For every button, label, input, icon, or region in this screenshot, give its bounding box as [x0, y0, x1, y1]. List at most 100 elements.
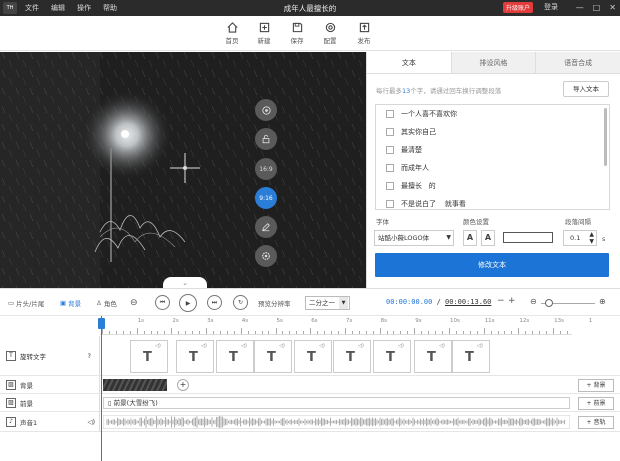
minus-icon[interactable]: ⊖ — [130, 298, 138, 308]
close-button[interactable]: ✕ — [609, 3, 616, 12]
list-item[interactable]: 其实你自己 — [376, 123, 609, 141]
ruler-tick — [449, 328, 450, 334]
line-checkbox[interactable] — [386, 182, 394, 190]
chevron-down-icon: ⌄ — [182, 279, 188, 287]
time-plus-button[interactable]: + — [508, 296, 516, 306]
foreground-clip[interactable]: ▯ 前景(大雪纷飞) — [103, 397, 570, 409]
line-checkbox[interactable] — [386, 128, 394, 136]
upgrade-button[interactable]: 升级账户 — [503, 2, 534, 13]
ruler-tick — [254, 331, 256, 334]
tab-voice[interactable]: 语音合成 — [536, 52, 620, 73]
new-file-icon — [249, 19, 279, 35]
ratio-9-16-button[interactable]: 9:16 — [255, 187, 277, 209]
login-link[interactable]: 登录 — [544, 2, 558, 12]
list-item[interactable]: 最清楚 — [376, 141, 609, 159]
intro-outro-button[interactable]: ▭ 片头/片尾 — [8, 298, 44, 308]
line-checkbox[interactable] — [386, 110, 394, 118]
ruler-tick — [240, 328, 242, 334]
menu-file[interactable]: 文件 — [25, 3, 39, 13]
list-scrollbar[interactable] — [604, 108, 607, 166]
zoom-in-icon[interactable]: ⊕ — [599, 297, 606, 306]
maximize-button[interactable]: □ — [593, 3, 601, 12]
stepper-icon[interactable]: ▲ ▼ — [589, 231, 594, 245]
text-clip[interactable]: T ◁) — [373, 340, 411, 373]
help-icon[interactable]: ? — [88, 352, 91, 360]
import-text-button[interactable]: 导入文本 — [563, 81, 609, 97]
new-button[interactable]: 新建 — [249, 19, 279, 45]
menu-edit[interactable]: 编辑 — [51, 3, 65, 13]
tab-text[interactable]: 文本 — [367, 52, 452, 73]
panel-tabs: 文本 排设风格 语音合成 — [367, 52, 620, 74]
ruler-tick — [344, 328, 346, 334]
menu-help[interactable]: 帮助 — [103, 3, 117, 13]
loop-button[interactable]: ↻ — [233, 295, 248, 310]
lock-button[interactable] — [255, 128, 277, 150]
background-button[interactable]: ▣ 背景 — [60, 298, 81, 308]
text-clip[interactable]: T ◁) — [414, 340, 452, 373]
list-item[interactable]: 而成年人 — [376, 159, 609, 177]
save-button[interactable]: 保存 — [282, 19, 312, 45]
tab-style[interactable]: 排设风格 — [452, 52, 537, 73]
text-clip[interactable]: T ◁) — [176, 340, 214, 373]
resolution-select[interactable]: 二分之一 ▼ — [305, 296, 350, 310]
text-clip-icon: T — [143, 350, 152, 365]
background-clip[interactable] — [103, 379, 167, 391]
time-minus-button[interactable]: − — [497, 296, 505, 306]
line-checkbox[interactable] — [386, 164, 394, 172]
playhead-handle[interactable] — [98, 318, 105, 329]
list-item[interactable]: 不是说白了 就事看 — [376, 195, 609, 209]
audio-clip[interactable] — [103, 415, 570, 429]
text-clip[interactable]: T ◁) — [254, 340, 292, 373]
sound-icon: ◁) — [398, 343, 404, 349]
settings-label: 配置 — [323, 37, 337, 45]
line-checkbox[interactable] — [386, 200, 394, 208]
video-preview[interactable]: 16:9 9:16 — [0, 52, 366, 288]
snap-button[interactable] — [255, 99, 277, 121]
ruler-tick — [261, 331, 263, 334]
color-swatch[interactable] — [503, 232, 553, 243]
next-button[interactable]: ⏭ — [207, 295, 222, 310]
playhead-line[interactable] — [101, 316, 102, 461]
ruler-tick — [219, 331, 221, 334]
zoom-slider-handle[interactable] — [545, 299, 553, 307]
pattern-icon: ▨ — [6, 379, 16, 390]
text-clip[interactable]: T ◁) — [130, 340, 168, 373]
line-checkbox[interactable] — [386, 146, 394, 154]
previous-button[interactable]: ⏮ — [155, 295, 170, 310]
publish-button[interactable]: 发布 — [349, 19, 379, 45]
text-clip[interactable]: T ◁) — [452, 340, 490, 373]
apply-text-button[interactable]: 修改文本 — [375, 253, 609, 277]
text-clip[interactable]: T ◁) — [333, 340, 371, 373]
ruler-tick — [289, 331, 291, 334]
text-clip-icon: T — [229, 350, 238, 365]
settings-button[interactable]: 配置 — [315, 19, 345, 45]
timeline-ruler[interactable]: 1s 2s 3s 4s 5s 6s 7s 8s 9s 10s 11s 12s 13s 1 — [100, 316, 592, 335]
preview-settings-button[interactable] — [255, 245, 277, 267]
text-clip[interactable]: T ◁) — [294, 340, 332, 373]
ratio-16-9-button[interactable]: 16:9 — [255, 158, 277, 180]
add-background-button[interactable]: + 背景 — [578, 379, 614, 392]
ruler-tick — [490, 331, 492, 334]
ruler-tick — [379, 328, 381, 334]
menu-operate[interactable]: 操作 — [77, 3, 91, 13]
home-button[interactable]: 首页 — [217, 19, 247, 45]
add-foreground-button[interactable]: + 前景 — [578, 397, 614, 410]
ruler-label: 1s — [137, 318, 145, 324]
add-audio-track-button[interactable]: + 音轨 — [578, 416, 614, 429]
list-item[interactable]: 最擅长 的 — [376, 177, 609, 195]
stroke-color-button[interactable]: A — [481, 230, 495, 246]
role-button[interactable]: ♙ 角色 — [96, 298, 117, 308]
text-lines-list[interactable]: 一个人喜不喜欢你 其实你自己 最清楚 而成年人 最擅长 的 不是说白了 就事看 — [375, 104, 610, 210]
volume-icon[interactable]: ◁) — [87, 418, 95, 426]
color-label: 颜色设置 — [463, 218, 489, 226]
edit-button[interactable] — [255, 216, 277, 238]
text-color-button[interactable]: A — [463, 230, 477, 246]
play-button[interactable]: ▶ — [179, 294, 197, 312]
text-clip[interactable]: T ◁) — [216, 340, 254, 373]
add-clip-icon[interactable]: + — [177, 379, 189, 391]
list-item[interactable]: 一个人喜不喜欢你 — [376, 105, 609, 123]
gear-icon — [262, 252, 270, 260]
spacing-input[interactable]: 0.1 ▲ ▼ — [563, 230, 597, 246]
font-select[interactable]: 站酷小薇LOGO体 ▼ — [374, 230, 454, 246]
minimize-button[interactable]: — — [576, 3, 584, 12]
